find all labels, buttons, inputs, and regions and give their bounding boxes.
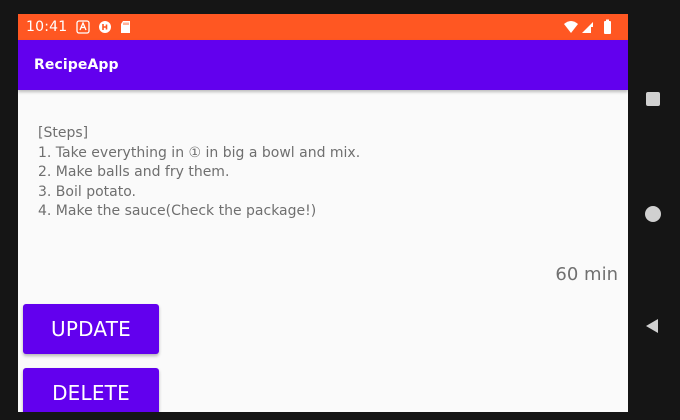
update-button[interactable]: UPDATE [23, 304, 159, 354]
app-screen: 10:41 RecipeApp [Steps] 1. Take everythi… [18, 14, 628, 412]
app-bar: RecipeApp [18, 40, 628, 90]
delete-button[interactable]: DELETE [23, 368, 159, 412]
status-right-icons [564, 19, 611, 34]
recipe-content[interactable]: [Steps] 1. Take everything in ① in big a… [18, 90, 628, 412]
overview-icon[interactable] [646, 92, 660, 106]
back-icon[interactable] [644, 318, 660, 334]
device-frame: 10:41 RecipeApp [Steps] 1. Take everythi… [0, 0, 680, 420]
app-notification-icon [99, 21, 111, 33]
wifi-icon [564, 21, 578, 33]
cell-signal-icon [582, 22, 593, 33]
sd-card-icon [121, 21, 130, 33]
home-icon[interactable] [645, 206, 661, 222]
status-time: 10:41 [26, 19, 68, 35]
cooking-time: 60 min [555, 264, 618, 285]
a-notification-icon [76, 20, 90, 34]
battery-icon [604, 19, 611, 34]
status-bar: 10:41 [18, 14, 628, 40]
recipe-steps: [Steps] 1. Take everything in ① in big a… [38, 125, 361, 219]
app-title: RecipeApp [34, 57, 119, 73]
navigation-bar [640, 0, 680, 420]
